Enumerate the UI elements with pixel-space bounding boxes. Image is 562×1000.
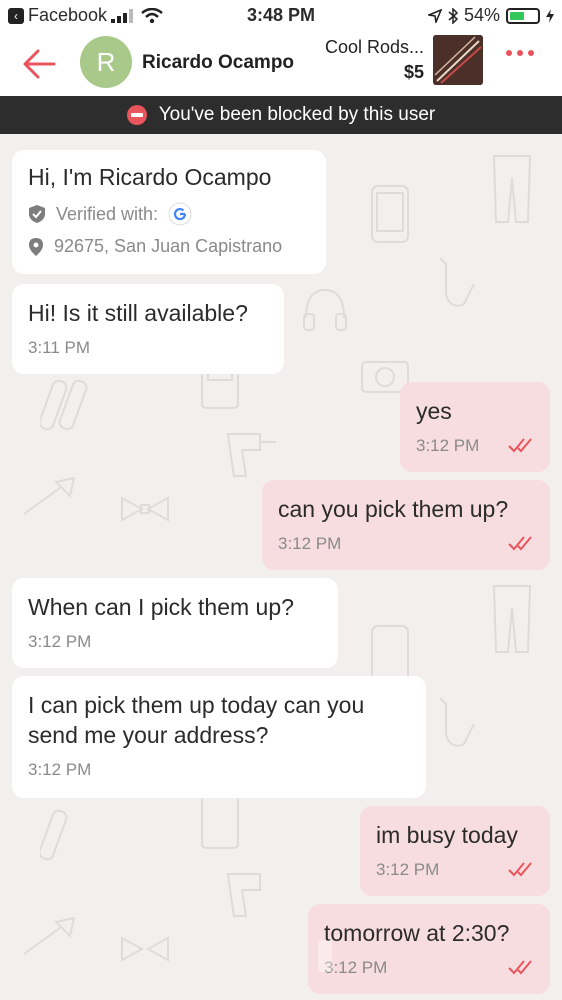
message-time: 3:12 PM — [28, 760, 92, 779]
saxophone-doodle-icon-2 — [439, 697, 475, 747]
more-options-icon[interactable] — [506, 50, 534, 56]
message-time: 3:11 PM — [28, 338, 91, 357]
shield-check-icon — [29, 205, 45, 223]
chat-header: R Ricardo Ocampo Cool Rods... $5 — [0, 32, 562, 96]
tools-doodle-icon — [40, 379, 88, 431]
avatar[interactable]: R — [80, 36, 132, 88]
bluetooth-icon — [448, 7, 458, 24]
saxophone-doodle-icon — [439, 257, 475, 307]
battery-level — [510, 11, 525, 20]
message-bubble[interactable]: I can pick them up today can you send me… — [12, 676, 426, 798]
message-bubble[interactable]: Hi! Is it still available? 3:11 PM — [12, 284, 284, 374]
back-arrow-icon[interactable] — [20, 44, 60, 84]
status-right: 54% — [427, 5, 554, 26]
message-meta: 3:12 PM — [416, 436, 534, 456]
message-bubble[interactable]: im busy today 3:12 PM — [360, 806, 550, 896]
message-bubble[interactable]: When can I pick them up? 3:12 PM — [12, 578, 338, 668]
profile-greeting: Hi, I'm Ricardo Ocampo — [28, 164, 272, 190]
message-text: can you pick them up? — [278, 496, 509, 522]
message-text: I can pick them up today can you send me… — [28, 692, 365, 748]
battery-icon — [506, 7, 540, 24]
message-time: 3:12 PM — [278, 534, 342, 553]
battery-percent: 54% — [463, 5, 500, 25]
drill-doodle-icon-2 — [226, 873, 261, 917]
blocked-banner: You've been blocked by this user — [0, 96, 562, 134]
jeans-doodle-icon — [492, 155, 532, 223]
read-receipt-icon — [508, 438, 532, 453]
message-text: When can I pick them up? — [28, 594, 294, 620]
chat-area[interactable]: Hi, I'm Ricardo Ocampo Verified with: 92… — [0, 134, 562, 1000]
trumpet-doodle-icon — [23, 476, 76, 515]
message-time: 3:12 PM — [416, 436, 480, 455]
listing-price: $5 — [403, 62, 424, 82]
phone-doodle-icon-2 — [371, 625, 409, 683]
location-pin-icon — [29, 237, 43, 256]
message-bubble[interactable]: yes 3:12 PM — [400, 382, 550, 472]
drill-doodle-icon — [226, 433, 276, 477]
message-time: 3:12 PM — [376, 860, 440, 879]
trumpet-doodle-icon-2 — [23, 916, 76, 955]
location-text: 92675, San Juan Capistrano — [54, 236, 283, 256]
bowtie-doodle-icon-2 — [121, 936, 169, 962]
message-text: im busy today — [376, 822, 518, 848]
user-name[interactable]: Ricardo Ocampo — [142, 52, 294, 74]
blocked-text: You've been blocked by this user — [158, 104, 436, 125]
message-meta: 3:12 PM — [376, 860, 534, 880]
message-text: Hi! Is it still available? — [28, 300, 248, 326]
status-bar: ‹ Facebook 3:48 PM 54% — [0, 0, 562, 32]
listing-thumbnail[interactable] — [433, 35, 483, 85]
read-receipt-icon — [508, 536, 532, 551]
listing-title[interactable]: Cool Rods... — [325, 37, 424, 58]
location-arrow-icon — [427, 8, 442, 23]
google-icon[interactable] — [168, 202, 192, 226]
verified-row: Verified with: — [28, 202, 310, 226]
gameboy-doodle-icon-2 — [201, 795, 239, 849]
jeans-doodle-icon-2 — [492, 585, 532, 653]
charging-icon — [546, 8, 554, 23]
no-entry-icon — [126, 105, 147, 125]
message-meta: 3:12 PM — [278, 534, 534, 554]
location-row: 92675, San Juan Capistrano — [28, 236, 310, 257]
profile-card[interactable]: Hi, I'm Ricardo Ocampo Verified with: 92… — [12, 150, 326, 274]
message-bubble[interactable]: can you pick them up? 3:12 PM — [262, 480, 550, 570]
headphones-doodle-icon — [303, 288, 347, 331]
phone-doodle-icon — [371, 185, 409, 243]
watermark-logo — [318, 936, 518, 976]
message-time: 3:12 PM — [28, 632, 92, 651]
message-text: yes — [416, 398, 452, 424]
verified-label: Verified with: — [56, 203, 159, 224]
read-receipt-icon — [508, 862, 532, 877]
bowtie-doodle-icon — [121, 496, 169, 522]
tools-doodle-icon-2 — [40, 809, 68, 861]
